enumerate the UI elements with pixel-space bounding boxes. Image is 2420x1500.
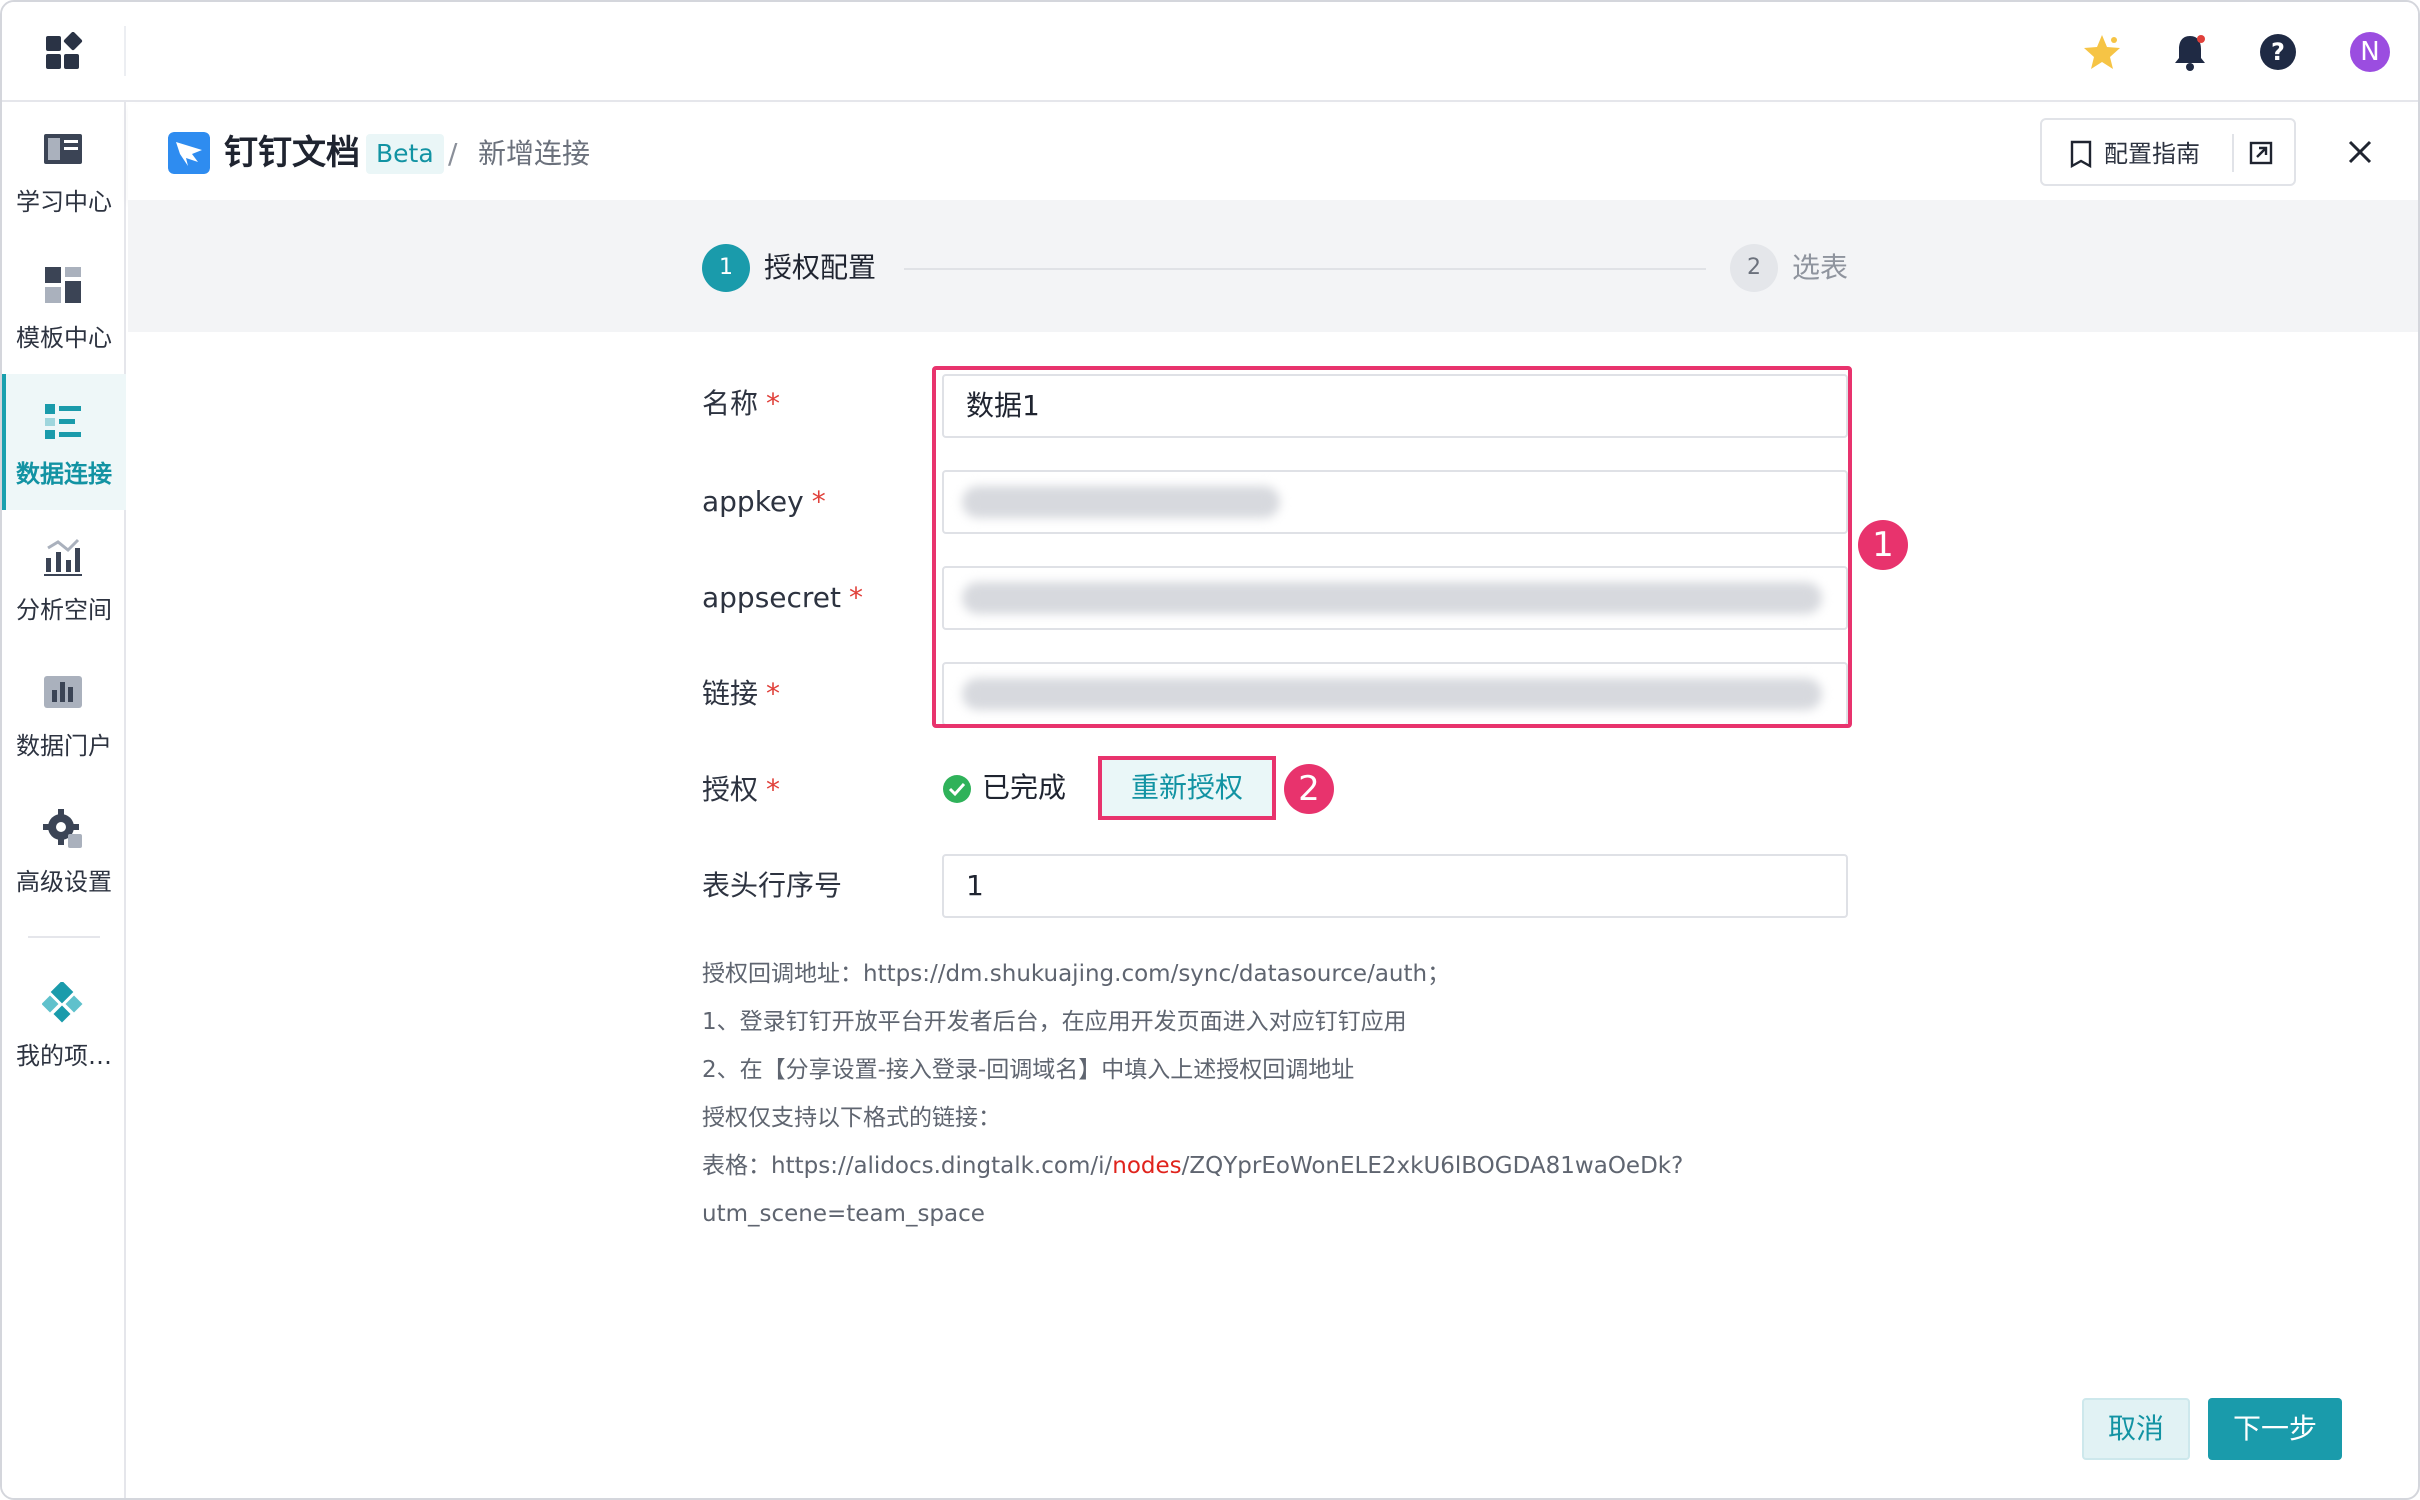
reauthorize-button[interactable]: 重新授权 — [1098, 756, 1276, 820]
header-row-label: 表头行序号 — [702, 869, 843, 902]
help-step-1: 1、登录钉钉开放平台开发者后台，在应用开发页面进入对应钉钉应用 — [702, 1009, 1407, 1035]
help-format-example: 表格：https://alidocs.dingtalk.com/i/nodes/… — [702, 1153, 1684, 1179]
help-icon[interactable]: ? — [2258, 32, 2298, 72]
annotation-badge-2: 2 — [1284, 764, 1334, 814]
link-label: 链接 * — [702, 677, 781, 710]
apps-grid-icon[interactable] — [44, 32, 84, 72]
sidebar-item-advanced-settings[interactable]: 高级设置 — [2, 782, 126, 918]
panel-header: 钉钉文档 Beta / 新增连接 配置指南 — [128, 104, 2418, 200]
document-icon — [2070, 140, 2092, 168]
sidebar-item-label: 数据门户 — [16, 732, 112, 760]
annotation-badge-1: 1 — [1858, 520, 1908, 570]
star-icon[interactable] — [2082, 32, 2122, 72]
step-2-number: 2 — [1730, 244, 1778, 292]
sidebar-item-learning-center[interactable]: 学习中心 — [2, 102, 126, 238]
data-connection-icon — [45, 404, 81, 439]
sidebar-divider — [28, 936, 100, 938]
project-icon — [42, 982, 83, 1023]
analysis-icon — [44, 538, 82, 576]
close-icon[interactable] — [2342, 134, 2378, 170]
sidebar-item-data-portal[interactable]: 数据门户 — [2, 646, 126, 782]
svg-text:?: ? — [2271, 38, 2285, 66]
step-connector — [904, 268, 1706, 270]
book-icon — [44, 134, 82, 164]
config-guide-label: 配置指南 — [2104, 140, 2200, 168]
sidebar-item-analysis-space[interactable]: 分析空间 — [2, 510, 126, 646]
sidebar: 学习中心 模板中心 数据连接 分析空间 数据门户 高级设置 我的项… — [2, 102, 126, 1498]
sidebar-item-template-center[interactable]: 模板中心 — [2, 238, 126, 374]
name-label: 名称 * — [702, 387, 781, 420]
step-1-label: 授权配置 — [764, 251, 877, 284]
topbar-divider — [124, 26, 126, 76]
check-circle-icon — [943, 775, 971, 803]
appsecret-label: appsecret * — [702, 581, 864, 614]
guide-divider — [2232, 134, 2234, 172]
step-2-label: 选表 — [1792, 251, 1849, 284]
steps-bar: 1 授权配置 2 选表 — [128, 200, 2418, 332]
sidebar-item-label: 学习中心 — [16, 188, 112, 216]
bell-icon[interactable] — [2170, 32, 2210, 72]
auth-status: 已完成 — [982, 771, 1067, 804]
template-icon — [45, 267, 81, 303]
breadcrumb-separator: / — [448, 137, 458, 170]
highlight-box-1 — [932, 366, 1852, 728]
dingtalk-logo-icon — [168, 132, 210, 174]
next-step-button[interactable]: 下一步 — [2208, 1398, 2342, 1460]
cancel-button[interactable]: 取消 — [2082, 1398, 2190, 1460]
auth-label: 授权 * — [702, 773, 781, 806]
header-row-input[interactable]: 1 — [942, 854, 1848, 918]
appkey-label: appkey * — [702, 485, 826, 518]
sidebar-item-my-projects[interactable]: 我的项… — [2, 956, 126, 1092]
breadcrumb-current: 新增连接 — [478, 137, 591, 170]
top-bar: ? N — [2, 2, 2418, 102]
help-step-2: 2、在【分享设置-接入登录-回调域名】中填入上述授权回调地址 — [702, 1057, 1355, 1083]
sidebar-item-data-connection[interactable]: 数据连接 — [2, 374, 126, 510]
help-callback-url: 授权回调地址：https://dm.shukuajing.com/sync/da… — [702, 961, 1451, 987]
external-link-icon[interactable] — [2248, 140, 2274, 166]
sidebar-item-label: 数据连接 — [16, 460, 112, 488]
sidebar-item-label: 高级设置 — [16, 868, 112, 896]
sidebar-item-label: 我的项… — [16, 1042, 112, 1070]
page-title: 钉钉文档 — [224, 133, 360, 173]
config-guide-button[interactable]: 配置指南 — [2040, 118, 2296, 186]
step-1-number: 1 — [702, 244, 750, 292]
app-window: ? N 学习中心 模板中心 数据连接 分析空间 数据门户 高级设置 我的项… 钉… — [0, 0, 2420, 1500]
portal-icon — [44, 676, 82, 708]
user-avatar[interactable]: N — [2350, 32, 2390, 72]
sidebar-item-label: 模板中心 — [16, 324, 112, 352]
help-formats-title: 授权仅支持以下格式的链接： — [702, 1105, 1001, 1131]
gear-icon — [43, 809, 82, 848]
beta-badge: Beta — [366, 134, 444, 174]
help-format-example-cont: utm_scene=team_space — [702, 1201, 985, 1227]
sidebar-item-label: 分析空间 — [16, 596, 112, 624]
